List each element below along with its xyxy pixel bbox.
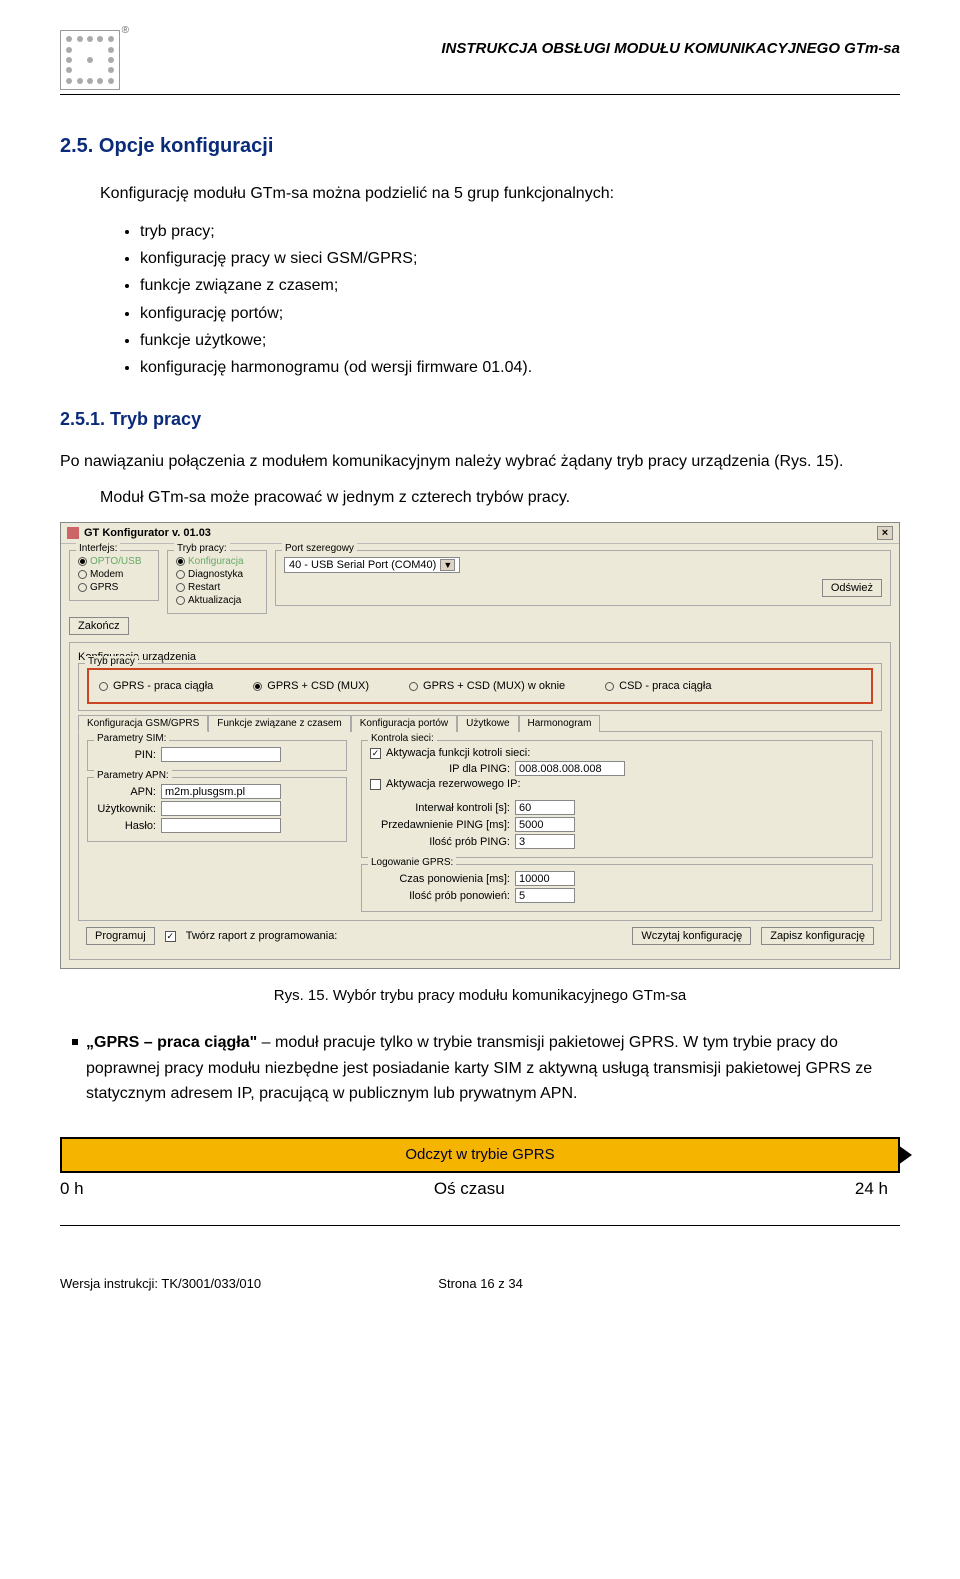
bullet-item: konfigurację pracy w sieci GSM/GPRS; [140,245,900,272]
zakoncz-button[interactable]: Zakończ [69,617,129,635]
radio-restart[interactable]: Restart [176,581,258,594]
trybpracy-legend: Tryb pracy: [174,543,230,554]
kontrola-group: Kontrola sieci: Aktywacja funkcji kotrol… [361,740,873,858]
mode-gprs-csd-mux[interactable]: GPRS + CSD (MUX) [253,680,369,692]
interval-input[interactable]: 60 [515,800,575,815]
ilosc2-label: Ilość prób ponowień: [370,890,510,902]
bullet-item: tryb pracy; [140,218,900,245]
sim-group: Parametry SIM: PIN: [87,740,347,771]
section-intro: Konfigurację modułu GTm-sa można podziel… [100,182,900,206]
bullet-list: tryb pracy; konfigurację pracy w sieci G… [120,218,900,381]
timeline-figure: Odczyt w trybie GPRS 0 h Oś czasu 24 h [60,1137,900,1199]
wczytaj-button[interactable]: Wczytaj konfigurację [632,927,751,945]
apn-label: APN: [96,786,156,798]
close-icon[interactable]: × [877,526,893,540]
sim-legend: Parametry SIM: [94,733,169,744]
mode-csd-ciagla[interactable]: CSD - praca ciągła [605,680,711,692]
paragraph: Po nawiązaniu połączenia z modułem komun… [60,450,900,474]
czas-input[interactable]: 10000 [515,871,575,886]
apn-input[interactable]: m2m.plusgsm.pl [161,784,281,799]
window-title: GT Konfigurator v. 01.03 [84,527,211,539]
przed-label: Przedawnienie PING [ms]: [370,819,510,831]
chevron-down-icon: ▼ [440,559,455,571]
log-legend: Logowanie GPRS: [368,857,456,868]
interfejs-group: Interfejs: OPTO/USB Modem GPRS [69,550,159,601]
pin-label: PIN: [96,749,156,761]
paragraph: Moduł GTm-sa może pracować w jednym z cz… [100,486,900,510]
radio-diagnostyka[interactable]: Diagnostyka [176,568,258,581]
footer-version: Wersja instrukcji: TK/3001/033/010 [60,1276,261,1291]
tryb-pracy-highlight: GPRS - praca ciągła GPRS + CSD (MUX) GPR… [87,668,873,704]
subsection-heading: 2.5.1. Tryb pracy [60,409,900,430]
chk2-label: Aktywacja rezerwowego IP: [386,778,521,790]
port-combo[interactable]: 40 - USB Serial Port (COM40)▼ [284,557,460,573]
tab-body: Parametry SIM: PIN: Parametry APN: APN: m… [78,731,882,921]
apn-group: Parametry APN: APN:m2m.plusgsm.pl Użytko… [87,777,347,842]
section-heading: 2.5. Opcje konfiguracji [60,135,900,158]
bullet-item: konfigurację portów; [140,300,900,327]
config-tabs: Konfiguracja GSM/GPRS Funkcje związane z… [78,714,882,731]
apn-legend: Parametry APN: [94,770,172,781]
square-bullet-icon [72,1039,78,1045]
description-list: „GPRS – praca ciągła" – moduł pracuje ty… [72,1030,900,1107]
timeline-right: 24 h [855,1179,888,1199]
tab-czas[interactable]: Funkcje związane z czasem [208,715,351,732]
konfiguracja-group: Konfiguracja urządzenia Tryb pracy GPRS … [69,642,891,960]
programuj-button[interactable]: Programuj [86,927,155,945]
radio-modem[interactable]: Modem [78,568,150,581]
tab-gsm-gprs[interactable]: Konfiguracja GSM/GPRS [78,715,208,732]
port-group: Port szeregowy 40 - USB Serial Port (COM… [275,550,891,606]
chk-aktywacja-kontroli[interactable] [370,748,381,759]
bullet-item: funkcje użytkowe; [140,327,900,354]
interfejs-legend: Interfejs: [76,543,120,554]
tworz-raport-label: Twórz raport z programowania: [186,930,338,942]
radio-aktualizacja[interactable]: Aktualizacja [176,594,258,607]
description-text: „GPRS – praca ciągła" – moduł pracuje ty… [86,1030,900,1107]
app-icon [67,527,79,539]
configurator-window: GT Konfigurator v. 01.03 × Interfejs: OP… [60,522,900,969]
ilosc-input[interactable]: 3 [515,834,575,849]
pingip-label: IP dla PING: [370,763,510,775]
bullet-item: konfigurację harmonogramu (od wersji fir… [140,354,900,381]
figure-caption: Rys. 15. Wybór trybu pracy modułu komuni… [60,987,900,1004]
pin-input[interactable] [161,747,281,762]
chk-rezerw-ip[interactable] [370,779,381,790]
ilosc2-input[interactable]: 5 [515,888,575,903]
pass-input[interactable] [161,818,281,833]
logo: ® [60,30,120,90]
radio-konfiguracja[interactable]: Konfiguracja [176,555,258,568]
radio-gprs[interactable]: GPRS [78,581,150,594]
trybpracy-group: Tryb pracy: Konfiguracja Diagnostyka Res… [167,550,267,614]
user-input[interactable] [161,801,281,816]
radio-opto[interactable]: OPTO/USB [78,555,150,568]
chk-tworz-raport[interactable] [165,931,176,942]
log-group: Logowanie GPRS: Czas ponowienia [ms]:100… [361,864,873,912]
chk1-label: Aktywacja funkcji kotroli sieci: [386,747,530,759]
ilosc-label: Ilość prób PING: [370,836,510,848]
kontrola-legend: Kontrola sieci: [368,733,437,744]
pass-label: Hasło: [96,820,156,832]
tryb-pracy-frame: Tryb pracy GPRS - praca ciągła GPRS + CS… [78,663,882,711]
tab-harmonogram[interactable]: Harmonogram [519,715,601,732]
timeline-left: 0 h [60,1179,84,1199]
pingip-input[interactable]: 008.008.008.008 [515,761,625,776]
mode-gprs-ciagla[interactable]: GPRS - praca ciągła [99,680,213,692]
tab-porty[interactable]: Konfiguracja portów [351,715,457,732]
port-legend: Port szeregowy [282,543,357,554]
timeline-bar: Odczyt w trybie GPRS [60,1137,900,1173]
interval-label: Interwał kontroli [s]: [370,802,510,814]
mode-gprs-csd-mux-oknie[interactable]: GPRS + CSD (MUX) w oknie [409,680,565,692]
czas-label: Czas ponowienia [ms]: [370,873,510,885]
footer-page: Strona 16 z 34 [438,1276,523,1291]
bullet-item: funkcje związane z czasem; [140,272,900,299]
window-titlebar: GT Konfigurator v. 01.03 × [61,523,899,544]
tab-uzytkowe[interactable]: Użytkowe [457,715,518,732]
zapisz-button[interactable]: Zapisz konfigurację [761,927,874,945]
user-label: Użytkownik: [96,803,156,815]
doc-header-title: INSTRUKCJA OBSŁUGI MODUŁU KOMUNIKACYJNEG… [441,30,900,57]
odswiez-button[interactable]: Odśwież [822,579,882,597]
timeline-mid: Oś czasu [434,1179,505,1199]
przed-input[interactable]: 5000 [515,817,575,832]
tryb-pracy-legend: Tryb pracy [85,656,138,667]
